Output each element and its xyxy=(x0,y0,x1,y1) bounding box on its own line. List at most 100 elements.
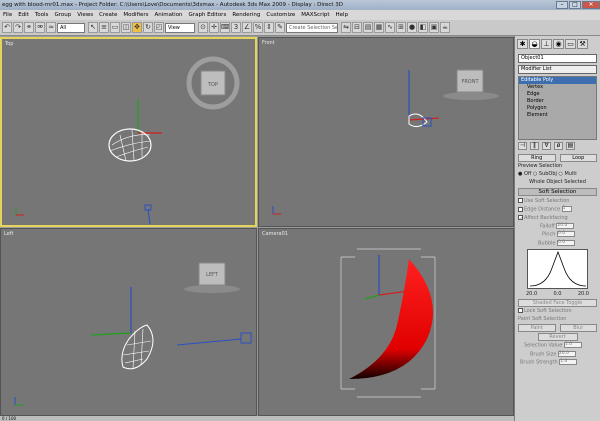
egg-wireframe[interactable] xyxy=(121,324,154,370)
percent-snap-icon[interactable]: % xyxy=(253,22,263,33)
soft-selection-rollout[interactable]: Soft Selection xyxy=(518,188,597,196)
redo-icon[interactable]: ↷ xyxy=(13,22,23,33)
align-icon[interactable]: ⊟ xyxy=(352,22,362,33)
modify-tab-icon[interactable]: ◒ xyxy=(529,39,540,49)
menu-tools[interactable]: Tools xyxy=(35,12,49,18)
rendered-frame-icon[interactable]: ▣ xyxy=(429,22,439,33)
unlink-icon[interactable]: ⚮ xyxy=(35,22,45,33)
ring-button[interactable]: Ring xyxy=(518,154,556,162)
revert-button[interactable]: Revert xyxy=(537,333,578,341)
graphite-ribbon-icon[interactable]: ▦ xyxy=(374,22,384,33)
time-slider[interactable]: 0 / 100 xyxy=(0,416,514,421)
display-tab-icon[interactable]: ▭ xyxy=(565,39,576,49)
bubble-spinner[interactable]: 0.0 xyxy=(557,239,576,246)
schematic-view-icon[interactable]: ⊞ xyxy=(396,22,406,33)
object-name-field[interactable]: Object01 xyxy=(518,54,597,63)
selection-filter-dropdown[interactable]: All xyxy=(57,22,85,33)
configure-sets-icon[interactable]: ▤ xyxy=(566,142,575,150)
pivot-center-icon[interactable]: ⊙ xyxy=(198,22,208,33)
edge-distance-spinner[interactable]: 1 xyxy=(561,206,572,212)
menu-graph-editors[interactable]: Graph Editors xyxy=(189,12,227,18)
rotate-icon[interactable]: ↻ xyxy=(143,22,153,33)
move-icon[interactable]: ✥ xyxy=(132,22,142,33)
paint-button[interactable]: Paint xyxy=(518,324,556,332)
undo-icon[interactable]: ↶ xyxy=(2,22,12,33)
render-setup-icon[interactable]: ◧ xyxy=(418,22,428,33)
menu-edit[interactable]: Edit xyxy=(18,12,29,18)
select-object-icon[interactable]: ↖ xyxy=(88,22,98,33)
viewport-top[interactable]: Top TOP xyxy=(0,37,257,227)
show-end-result-icon[interactable]: ‖ xyxy=(530,142,539,150)
create-tab-icon[interactable]: ✱ xyxy=(517,39,528,49)
edit-named-selection-icon[interactable]: ✎ xyxy=(275,22,285,33)
curve-editor-icon[interactable]: ∿ xyxy=(385,22,395,33)
viewport-front[interactable]: Front FRONT xyxy=(258,37,514,227)
menu-customize[interactable]: Customize xyxy=(266,12,295,18)
keyboard-shortcut-icon[interactable]: ⌨ xyxy=(220,22,230,33)
close-button[interactable]: ✕ xyxy=(582,1,600,9)
material-editor-icon[interactable]: ● xyxy=(407,22,417,33)
menu-rendering[interactable]: Rendering xyxy=(232,12,260,18)
pin-stack-icon[interactable]: ⊣ xyxy=(518,142,527,150)
front-viewport-canvas: FRONT xyxy=(272,69,499,215)
angle-snap-icon[interactable]: ∠ xyxy=(242,22,252,33)
stack-item-editable-poly[interactable]: Editable Poly xyxy=(519,77,596,84)
blur-button[interactable]: Blur xyxy=(559,324,597,332)
camera-icon[interactable] xyxy=(240,332,252,344)
minimize-button[interactable]: – xyxy=(556,1,568,9)
stack-item-vertex[interactable]: Vertex xyxy=(519,84,596,91)
falloff-spinner[interactable]: 20.0 xyxy=(556,222,575,229)
select-manipulate-icon[interactable]: ✛ xyxy=(209,22,219,33)
spinner-snap-icon[interactable]: ⇕ xyxy=(264,22,274,33)
quick-render-icon[interactable]: ☕ xyxy=(440,22,450,33)
menu-file[interactable]: File xyxy=(3,12,12,18)
stack-item-element[interactable]: Element xyxy=(519,112,596,119)
menu-views[interactable]: Views xyxy=(77,12,93,18)
bind-space-warp-icon[interactable]: ≈ xyxy=(46,22,56,33)
selection-value-spinner[interactable]: 1.0 xyxy=(563,342,582,348)
rectangle-selection-icon[interactable]: ▭ xyxy=(110,22,120,33)
window-crossing-icon[interactable]: ◫ xyxy=(121,22,131,33)
edge-distance-checkbox[interactable] xyxy=(518,206,523,212)
use-soft-selection-checkbox[interactable] xyxy=(518,198,523,203)
viewport-camera[interactable]: Camera01 xyxy=(258,228,514,416)
stack-item-polygon[interactable]: Polygon xyxy=(519,105,596,112)
remove-modifier-icon[interactable]: ø xyxy=(554,142,563,150)
named-selection-set-dropdown[interactable]: Create Selection Set xyxy=(286,22,338,33)
menu-animation[interactable]: Animation xyxy=(155,12,183,18)
shaded-face-toggle-button[interactable]: Shaded Face Toggle xyxy=(518,299,597,307)
hierarchy-tab-icon[interactable]: ⊥ xyxy=(541,39,552,49)
make-unique-icon[interactable]: ∀ xyxy=(542,142,551,150)
egg-wireframe[interactable] xyxy=(108,128,152,162)
loop-button[interactable]: Loop xyxy=(559,154,597,162)
link-icon[interactable]: ⚭ xyxy=(24,22,34,33)
gizmo-y-axis[interactable] xyxy=(90,332,132,336)
stack-item-edge[interactable]: Edge xyxy=(519,91,596,98)
egg-shaded-mesh[interactable] xyxy=(349,259,433,379)
frame-counter: 0 / 100 xyxy=(2,416,17,421)
modifier-list-dropdown[interactable]: Modifier List xyxy=(518,65,597,74)
snaps-toggle-icon[interactable]: 3 xyxy=(231,22,241,33)
pinch-spinner[interactable]: 0.0 xyxy=(556,231,575,237)
layer-manager-icon[interactable]: ▤ xyxy=(363,22,373,33)
viewport-left[interactable]: Left LEFT xyxy=(0,228,257,416)
reference-coordinate-dropdown[interactable]: View xyxy=(165,22,195,33)
menu-create[interactable]: Create xyxy=(99,12,117,18)
motion-tab-icon[interactable]: ◉ xyxy=(553,39,564,49)
menu-modifiers[interactable]: Modifiers xyxy=(123,12,148,18)
affect-backfacing-checkbox[interactable]: ✓ xyxy=(518,214,523,222)
maximize-button[interactable]: □ xyxy=(569,1,581,9)
menu-maxscript[interactable]: MAXScript xyxy=(301,12,329,18)
menu-help[interactable]: Help xyxy=(336,12,349,18)
select-by-name-icon[interactable]: ≡ xyxy=(99,22,109,33)
brush-size-spinner[interactable]: 20.0 xyxy=(557,350,576,357)
gizmo-y-axis[interactable] xyxy=(364,294,380,300)
scale-icon[interactable]: ◰ xyxy=(154,22,164,33)
stack-item-border[interactable]: Border xyxy=(519,98,596,105)
utilities-tab-icon[interactable]: ⚒ xyxy=(577,39,588,49)
brush-strength-spinner[interactable]: 1.0 xyxy=(559,359,578,365)
menu-group[interactable]: Group xyxy=(54,12,71,18)
lock-soft-selection-checkbox[interactable] xyxy=(518,308,523,313)
mirror-icon[interactable]: ⇋ xyxy=(341,22,351,33)
pinch-label: Pinch xyxy=(542,231,556,238)
